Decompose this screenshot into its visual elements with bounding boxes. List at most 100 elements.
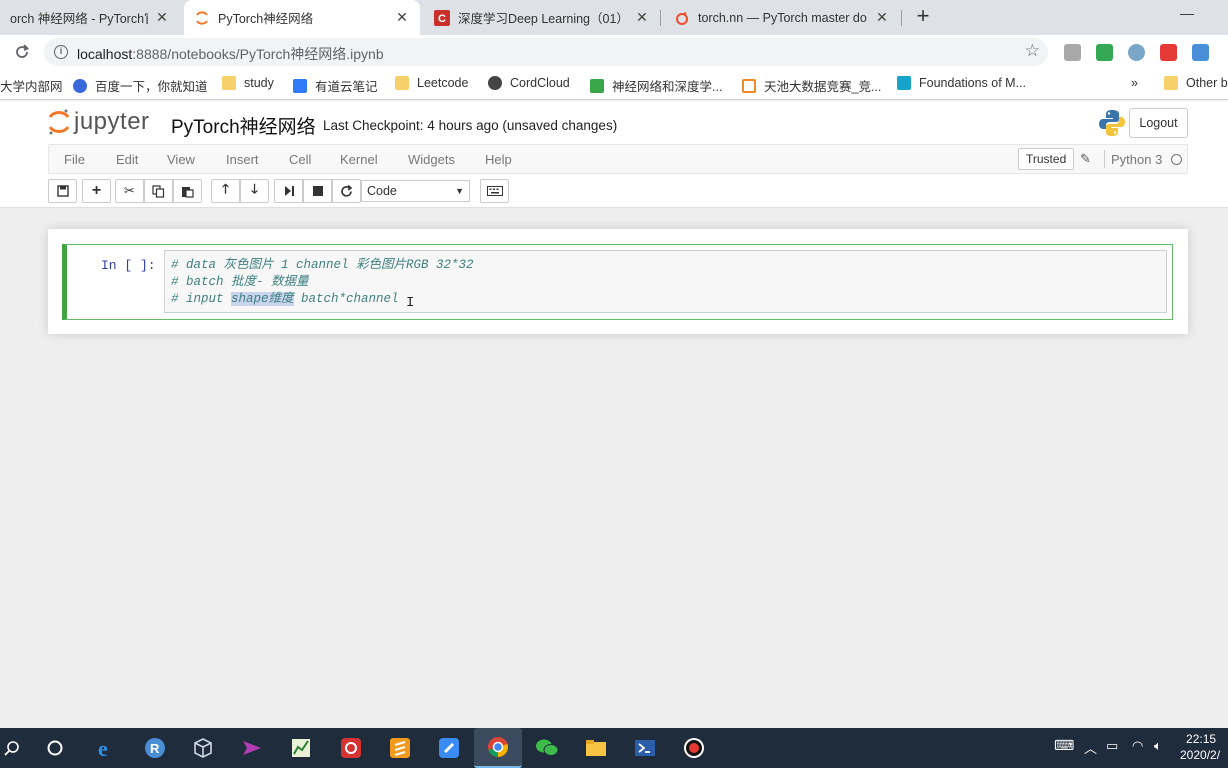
- bookmark-item[interactable]: 有道云笔记: [293, 76, 378, 95]
- visual-studio-icon[interactable]: [240, 736, 264, 760]
- input-method-icon[interactable]: ⌨: [1054, 737, 1074, 754]
- netease-music-icon[interactable]: [339, 736, 363, 760]
- close-icon[interactable]: ✕: [154, 9, 170, 26]
- folder-icon: [222, 76, 236, 90]
- tab-deep-learning[interactable]: C 深度学习Deep Learning（01） ✕: [424, 0, 660, 35]
- code-cell[interactable]: In [ ]: # data 灰色图片 1 channel 彩色图片RGB 32…: [62, 244, 1173, 320]
- menu-cell[interactable]: Cell: [289, 152, 311, 167]
- tab-torch-nn[interactable]: torch.nn — PyTorch master do ✕: [664, 0, 900, 35]
- minimize-icon[interactable]: —: [1180, 5, 1194, 21]
- close-icon[interactable]: ✕: [634, 9, 650, 26]
- menu-insert[interactable]: Insert: [226, 152, 259, 167]
- system-clock[interactable]: 22:15 2020/2/: [1180, 731, 1220, 763]
- extension-pdf-icon[interactable]: [1064, 44, 1081, 61]
- cortana-icon[interactable]: [43, 736, 67, 760]
- close-icon[interactable]: ✕: [394, 9, 410, 26]
- paste-button[interactable]: [173, 179, 202, 203]
- bookmark-item[interactable]: 百度一下，你就知道: [73, 76, 208, 95]
- file-explorer-icon[interactable]: [584, 736, 608, 760]
- bookmark-item[interactable]: Foundations of M...: [897, 76, 1026, 90]
- clock-date: 2020/2/: [1180, 748, 1221, 762]
- excel-chart-icon[interactable]: [289, 736, 313, 760]
- code-line: # input shape维度 batch*channel: [171, 292, 399, 306]
- code-line: # batch 批度- 数据量: [171, 275, 309, 289]
- menu-view[interactable]: View: [167, 152, 195, 167]
- menu-widgets[interactable]: Widgets: [408, 152, 455, 167]
- extension-owl-icon[interactable]: [1128, 44, 1145, 61]
- close-icon[interactable]: ✕: [874, 9, 890, 26]
- bookmark-item[interactable]: 天池大数据竞赛_竞...: [742, 76, 881, 95]
- copy-icon: [152, 184, 165, 198]
- tab-pytorch-docs-cn[interactable]: orch 神经网络 - PyTorch官方 ✕: [0, 0, 180, 35]
- notebook-container: In [ ]: # data 灰色图片 1 channel 彩色图片RGB 32…: [48, 229, 1188, 334]
- divider: [1104, 150, 1105, 168]
- plus-icon: +: [91, 182, 102, 199]
- edit-pencil-icon[interactable]: ✎: [1080, 151, 1091, 167]
- chrome-icon[interactable]: [474, 728, 522, 768]
- run-button[interactable]: [274, 179, 303, 203]
- wechat-icon[interactable]: [535, 736, 559, 760]
- copy-button[interactable]: [144, 179, 173, 203]
- other-bookmarks[interactable]: Other b: [1164, 76, 1228, 90]
- bookmarks-overflow[interactable]: »: [1131, 76, 1138, 90]
- reload-icon[interactable]: [12, 42, 32, 62]
- tab-title: orch 神经网络 - PyTorch官方: [10, 12, 148, 26]
- address-bar[interactable]: i localhost:8888/notebooks/PyTorch神经网络.i…: [44, 38, 1048, 66]
- caret-down-icon: ▼: [455, 186, 464, 196]
- menu-kernel[interactable]: Kernel: [340, 152, 378, 167]
- paste-icon: [182, 186, 194, 198]
- powershell-icon[interactable]: [633, 736, 657, 760]
- extension-red-icon[interactable]: [1160, 44, 1177, 61]
- menu-help[interactable]: Help: [485, 152, 512, 167]
- text-selection: shape维度: [231, 292, 294, 306]
- notebook-area: In [ ]: # data 灰色图片 1 channel 彩色图片RGB 32…: [0, 209, 1228, 728]
- move-up-button[interactable]: 🡑: [211, 179, 240, 203]
- insert-cell-button[interactable]: +: [82, 179, 111, 203]
- trusted-button[interactable]: Trusted: [1018, 148, 1075, 170]
- bookmark-item[interactable]: CordCloud: [488, 76, 570, 90]
- menu-file[interactable]: File: [64, 152, 85, 167]
- cut-button[interactable]: ✂: [115, 179, 144, 203]
- search-icon[interactable]: [0, 736, 24, 760]
- tianchi-icon: [742, 78, 756, 93]
- new-tab-button[interactable]: +: [912, 5, 934, 28]
- code-editor[interactable]: # data 灰色图片 1 channel 彩色图片RGB 32*32 # ba…: [164, 250, 1167, 313]
- chevron-up-icon[interactable]: ︿: [1084, 738, 1097, 757]
- logout-button[interactable]: Logout: [1129, 108, 1188, 138]
- bookmark-star-icon[interactable]: ☆: [1025, 41, 1040, 61]
- feishu-icon[interactable]: [437, 736, 461, 760]
- bookmark-folder[interactable]: Leetcode: [395, 76, 468, 90]
- tab-pytorch-notebook[interactable]: PyTorch神经网络 ✕: [184, 0, 420, 35]
- sublime-text-icon[interactable]: [388, 736, 412, 760]
- bookmark-folder[interactable]: study: [222, 76, 274, 90]
- extension-image-icon[interactable]: [1192, 44, 1209, 61]
- url-text: localhost:8888/notebooks/PyTorch神经网络.ipy…: [77, 46, 384, 62]
- rstudio-icon[interactable]: R: [143, 736, 167, 760]
- jupyter-logo-icon: [48, 109, 70, 135]
- windows-taskbar: e R ⌨ ︿ ▭ ◠ 🔈︎ 22:15 2020/2/: [0, 728, 1228, 768]
- bookmark-item[interactable]: 神经网络和深度学...: [590, 76, 722, 95]
- edge-icon[interactable]: e: [94, 736, 118, 760]
- jupyter-logo[interactable]: jupyter: [48, 108, 150, 136]
- notebook-menubar: File Edit View Insert Cell Kernel Widget…: [48, 144, 1188, 174]
- extension-puzzle-icon[interactable]: [1096, 44, 1113, 61]
- move-down-button[interactable]: 🡓: [240, 179, 269, 203]
- interrupt-button[interactable]: [303, 179, 332, 203]
- notebook-name[interactable]: PyTorch神经网络: [171, 112, 316, 139]
- command-palette-button[interactable]: [480, 179, 509, 203]
- book-icon: [590, 78, 604, 93]
- cell-type-select[interactable]: Code ▼: [361, 180, 470, 202]
- wifi-icon[interactable]: ◠: [1132, 738, 1143, 754]
- bookmark-item[interactable]: 大学内部网: [0, 76, 63, 95]
- folder-icon: [395, 76, 409, 90]
- restart-button[interactable]: [332, 179, 361, 203]
- virtualbox-icon[interactable]: [191, 736, 215, 760]
- screen-recorder-icon[interactable]: [682, 736, 706, 760]
- battery-icon[interactable]: ▭: [1106, 738, 1118, 754]
- info-icon[interactable]: i: [54, 45, 68, 59]
- code-line: # data 灰色图片 1 channel 彩色图片RGB 32*32: [171, 258, 474, 272]
- menu-edit[interactable]: Edit: [116, 152, 138, 167]
- keyboard-icon: [486, 186, 503, 196]
- save-button[interactable]: [48, 179, 77, 203]
- volume-icon[interactable]: 🔈︎: [1154, 738, 1162, 754]
